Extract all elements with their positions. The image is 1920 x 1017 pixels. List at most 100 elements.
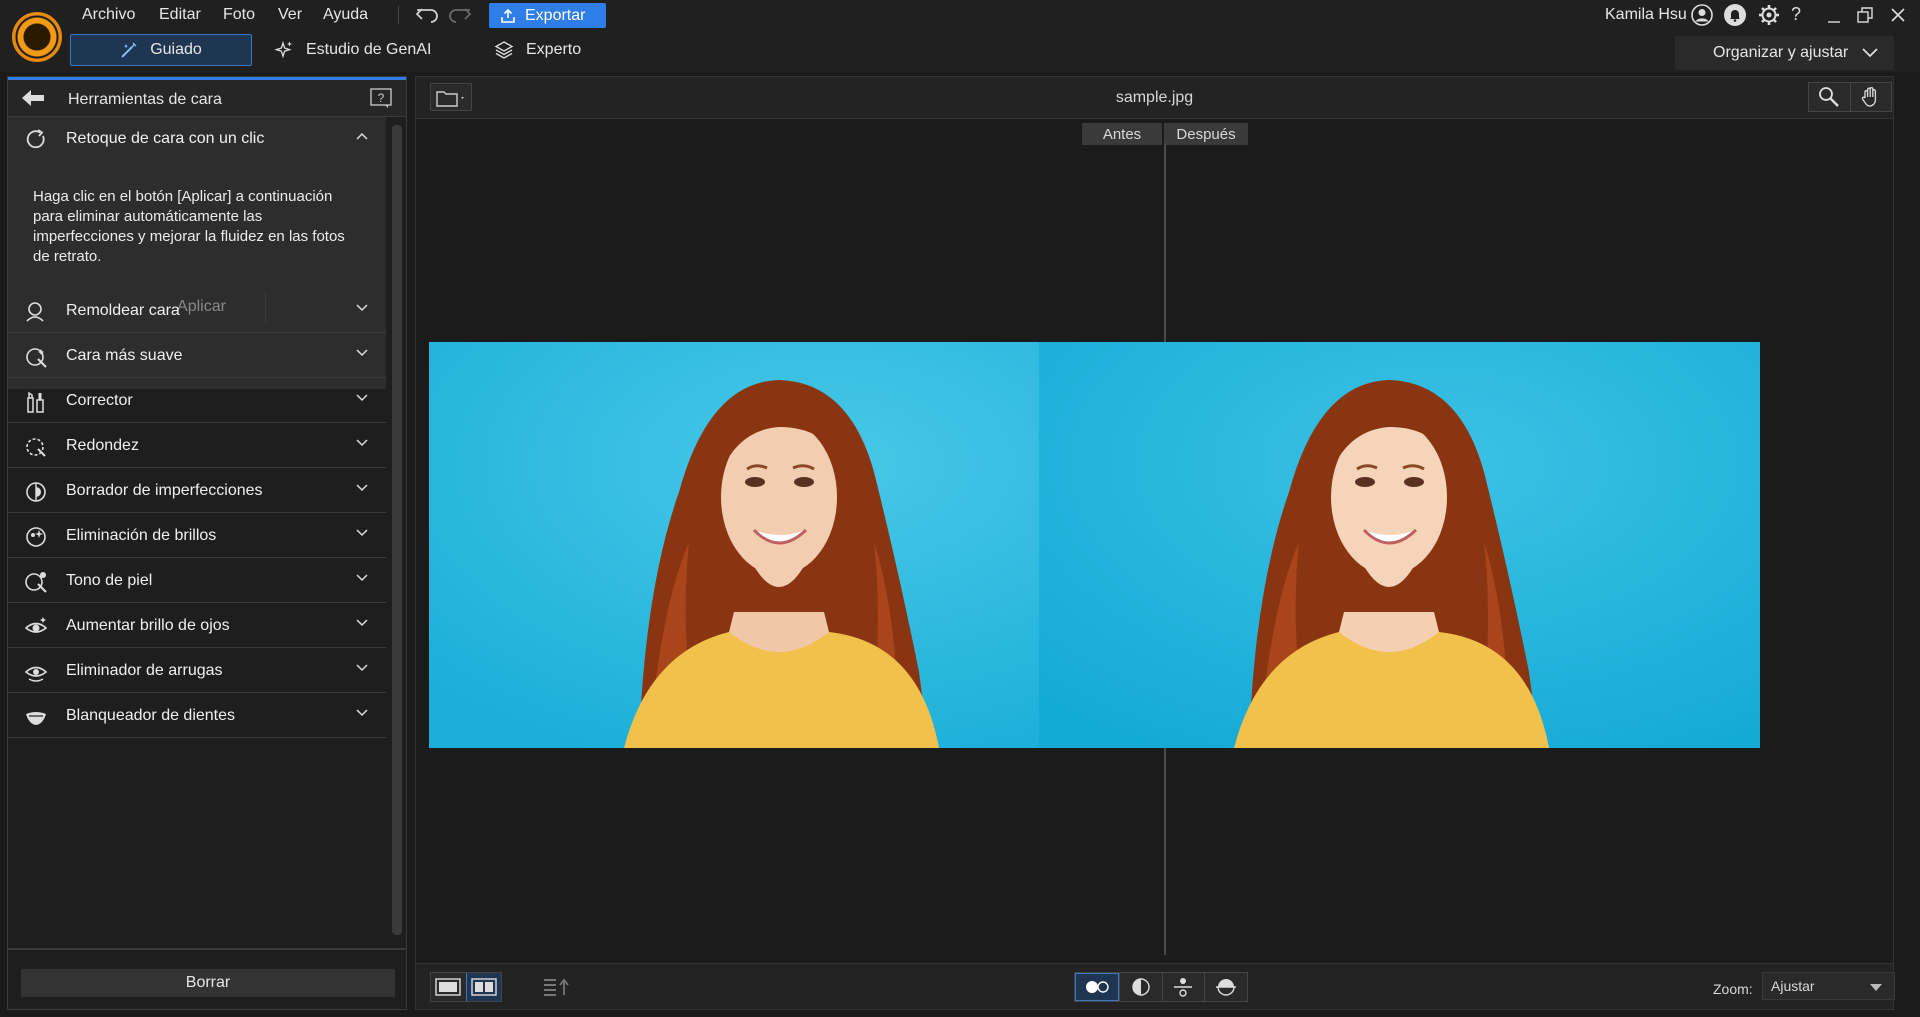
tab-estudio-genai-label: Estudio de GenAI xyxy=(306,41,432,58)
vertical-split-icon[interactable] xyxy=(1161,973,1205,1001)
section-concealer[interactable]: Corrector xyxy=(8,379,386,423)
before-after-labels: Antes Después xyxy=(1082,123,1248,145)
face-tools-panel: Herramientas de cara ? Retoque de cara c… xyxy=(7,76,407,1010)
tab-experto[interactable]: Experto xyxy=(494,34,581,66)
photo-after xyxy=(1039,342,1760,748)
menu-divider xyxy=(398,6,399,24)
concealer-icon xyxy=(24,390,48,414)
chevron-down-icon xyxy=(356,574,368,582)
one-click-retouch-icon xyxy=(24,128,48,152)
skin-tone-icon xyxy=(24,570,48,594)
hand-tool-icon[interactable] xyxy=(1849,83,1892,111)
side-by-side-icon[interactable] xyxy=(1075,973,1119,1001)
wand-icon xyxy=(120,41,138,59)
account-icon[interactable] xyxy=(1690,3,1714,27)
chevron-up-icon xyxy=(356,132,368,140)
panel-title: Herramientas de cara xyxy=(68,91,222,108)
split-compare-icon[interactable] xyxy=(1118,973,1162,1001)
tab-estudio-genai[interactable]: Estudio de GenAI xyxy=(274,34,431,66)
split-view-icon[interactable] xyxy=(465,973,501,1001)
export-label: Exportar xyxy=(525,6,586,24)
chevron-down-icon xyxy=(356,664,368,672)
help-panel-icon[interactable]: ? xyxy=(370,88,392,108)
chevron-down-icon xyxy=(356,394,368,402)
workspace-label: Organizar y ajustar xyxy=(1713,44,1849,61)
face-smooth-icon xyxy=(24,345,48,369)
section-label: Eliminador de arrugas xyxy=(66,662,223,679)
face-reshape-icon xyxy=(24,300,48,324)
single-view-icon[interactable] xyxy=(431,973,466,1001)
tab-guiado[interactable]: Guiado xyxy=(70,34,252,66)
tab-experto-label: Experto xyxy=(526,41,582,58)
menu-editar[interactable]: Editar xyxy=(159,6,201,24)
title-bar: Archivo Editar Foto Ver Ayuda Exportar K… xyxy=(0,0,1920,30)
section-face-reshape[interactable]: Remoldear cara xyxy=(8,289,386,333)
menu-ayuda[interactable]: Ayuda xyxy=(323,6,368,24)
export-button[interactable]: Exportar xyxy=(489,3,606,28)
zoom-tool-icon[interactable] xyxy=(1809,83,1850,111)
zoom-select[interactable]: Ajustar xyxy=(1762,972,1895,1000)
before-label: Antes xyxy=(1082,123,1162,145)
mode-bar: Guiado Estudio de GenAI Experto Organiza… xyxy=(0,30,1920,72)
section-label: Remoldear cara xyxy=(66,302,180,319)
section-face-roundness[interactable]: Redondez xyxy=(8,424,386,468)
shine-removal-icon xyxy=(24,525,48,549)
teeth-whitener-icon xyxy=(24,705,48,729)
upload-icon xyxy=(501,8,515,23)
settings-gear-icon[interactable] xyxy=(1757,3,1781,27)
panel-scrollbar[interactable] xyxy=(392,125,402,935)
after-label: Después xyxy=(1164,123,1248,145)
section-label: Aumentar brillo de ojos xyxy=(66,617,230,634)
zoom-value: Ajustar xyxy=(1771,978,1815,994)
section-label: Blanqueador de dientes xyxy=(66,707,236,724)
app-logo xyxy=(12,12,62,62)
section-eye-brighten[interactable]: Aumentar brillo de ojos xyxy=(8,604,386,648)
section-face-smooth[interactable]: Cara más suave xyxy=(8,334,386,378)
menu-archivo[interactable]: Archivo xyxy=(82,6,135,24)
chevron-down-icon xyxy=(356,529,368,537)
user-name[interactable]: Kamila Hsu xyxy=(1605,6,1687,24)
panel-divider xyxy=(8,948,406,950)
section-label: Borrador de imperfecciones xyxy=(66,482,263,499)
section-one-click-retouch[interactable]: Retoque de cara con un clic xyxy=(8,117,386,161)
compare-mode-group xyxy=(1074,972,1248,1002)
view-tools xyxy=(1808,82,1892,112)
svg-text:?: ? xyxy=(378,91,385,105)
sparkle-icon xyxy=(274,40,294,60)
menu-foto[interactable]: Foto xyxy=(223,6,255,24)
chevron-down-icon xyxy=(356,439,368,447)
eye-brighten-icon xyxy=(24,615,48,639)
help-icon[interactable]: ? xyxy=(1791,4,1801,25)
chevron-down-icon xyxy=(1862,48,1878,58)
restore-icon[interactable] xyxy=(1853,3,1877,27)
compare-settings-icon[interactable] xyxy=(542,977,572,997)
undo-icon[interactable] xyxy=(414,4,440,26)
section-blemish-eraser[interactable]: Borrador de imperfecciones xyxy=(8,469,386,513)
menu-ver[interactable]: Ver xyxy=(278,6,302,24)
section-wrinkle-remover[interactable]: Eliminador de arrugas xyxy=(8,649,386,693)
layout-toggle xyxy=(430,972,502,1002)
redo-icon[interactable] xyxy=(447,4,473,26)
workspace-dropdown[interactable]: Organizar y ajustar xyxy=(1675,36,1894,70)
clear-button[interactable]: Borrar xyxy=(21,969,395,997)
close-icon[interactable] xyxy=(1886,3,1910,27)
chevron-down-icon xyxy=(356,349,368,357)
section-shine-removal[interactable]: Eliminación de brillos xyxy=(8,514,386,558)
section-skin-tone[interactable]: Tono de piel xyxy=(8,559,386,603)
chevron-down-icon xyxy=(356,484,368,492)
section-label: Cara más suave xyxy=(66,347,183,364)
blemish-eraser-icon xyxy=(24,480,48,504)
notification-bell-icon[interactable] xyxy=(1723,3,1747,27)
chevron-down-icon xyxy=(356,304,368,312)
photo-viewer: sample.jpg Antes Después Zoom: Ajustar xyxy=(415,76,1895,1010)
viewer-footer: Zoom: Ajustar xyxy=(416,963,1895,1009)
tab-guiado-label: Guiado xyxy=(150,41,202,58)
minimize-icon[interactable] xyxy=(1822,3,1846,27)
file-name: sample.jpg xyxy=(1115,89,1194,106)
back-arrow-icon[interactable] xyxy=(20,88,46,108)
horizontal-split-icon[interactable] xyxy=(1204,973,1247,1001)
section-teeth-whitener[interactable]: Blanqueador de dientes xyxy=(8,694,386,738)
section-label: Corrector xyxy=(66,392,133,409)
face-roundness-icon xyxy=(24,435,48,459)
section-description: Haga clic en el botón [Aplicar] a contin… xyxy=(33,188,345,265)
